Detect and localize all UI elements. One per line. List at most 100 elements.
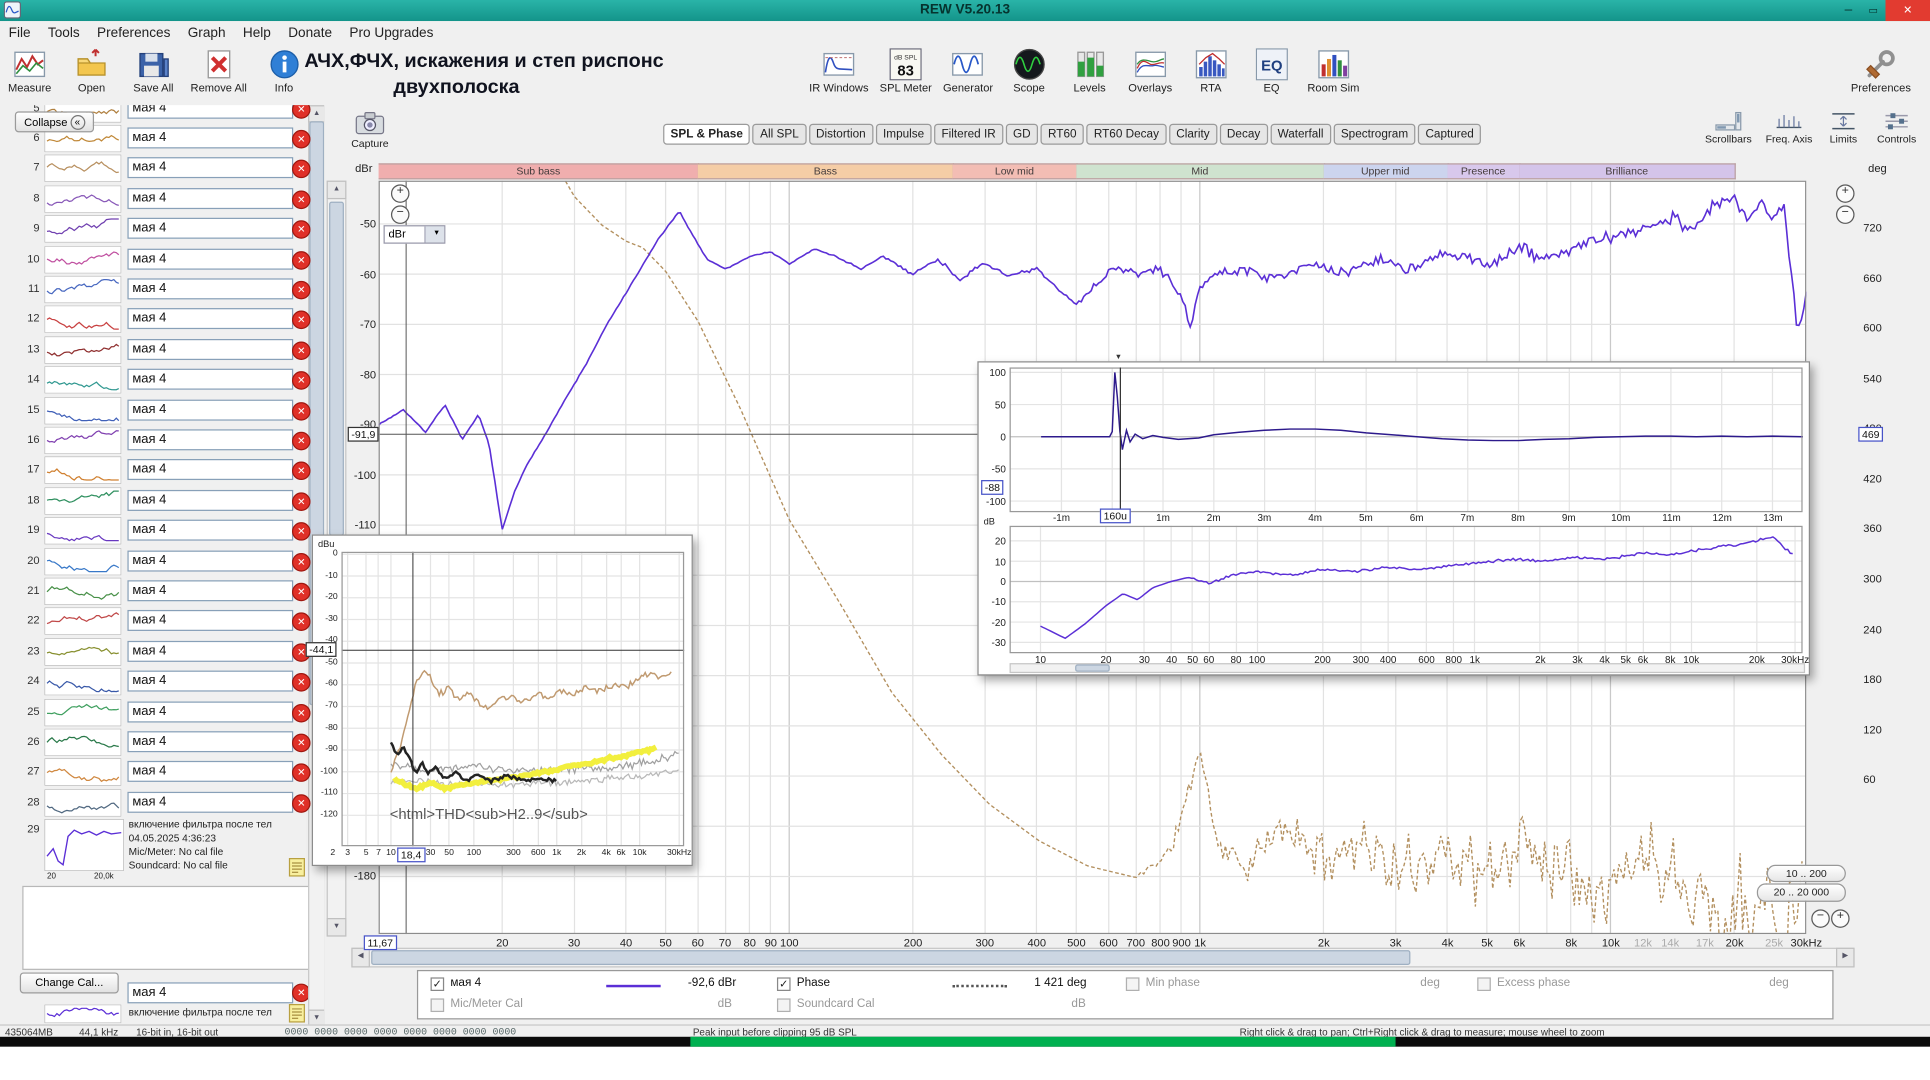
selected-measurement-thumbnail[interactable]: [45, 819, 124, 871]
measurement-thumbnail[interactable]: [45, 668, 122, 695]
measurement-name-field[interactable]: мая 4: [127, 248, 293, 269]
tab-gd[interactable]: GD: [1006, 124, 1038, 145]
menu-item-pro-upgrades[interactable]: Pro Upgrades: [341, 23, 442, 43]
tab-all-spl[interactable]: All SPL: [753, 124, 806, 145]
measurement-thumbnail[interactable]: [45, 759, 122, 786]
measurement-name-field[interactable]: мая 4: [127, 761, 293, 782]
delete-measurement-button[interactable]: [292, 553, 311, 572]
delete-measurement-button[interactable]: [292, 341, 311, 360]
measurement-name-field[interactable]: мая 4: [127, 550, 293, 571]
delete-measurement-button[interactable]: [292, 703, 311, 722]
measurement-thumbnail[interactable]: [45, 457, 122, 484]
capture-button[interactable]: Capture: [341, 111, 398, 160]
measurement-thumbnail[interactable]: [45, 276, 122, 303]
taskbar[interactable]: [0, 1037, 1930, 1047]
toolbar-button-room-sim[interactable]: Room Sim: [1305, 47, 1362, 95]
measurement-name-field[interactable]: мая 4: [127, 218, 293, 239]
delete-measurement-button[interactable]: [292, 190, 311, 209]
menu-item-help[interactable]: Help: [234, 23, 279, 43]
zoom-in-icon[interactable]: [391, 184, 410, 203]
toolbar-button-spl-meter[interactable]: dB SPL83SPL Meter: [877, 47, 934, 95]
tab-clarity[interactable]: Clarity: [1169, 124, 1217, 145]
delete-measurement-button[interactable]: [292, 432, 311, 451]
delete-measurement-button[interactable]: [292, 492, 311, 511]
measurement-thumbnail[interactable]: [45, 487, 122, 514]
min-phase-checkbox[interactable]: [1126, 977, 1140, 991]
scroll-left-icon[interactable]: [351, 948, 370, 968]
scrollbar-thumb[interactable]: [371, 950, 1410, 965]
measurement-thumbnail[interactable]: [45, 427, 122, 454]
scroll-down-icon[interactable]: [327, 918, 347, 937]
tab-spectrogram[interactable]: Spectrogram: [1333, 124, 1415, 145]
tab-waterfall[interactable]: Waterfall: [1270, 124, 1331, 145]
measurement-thumbnail[interactable]: [45, 548, 122, 575]
scroll-down-icon[interactable]: [308, 1010, 324, 1025]
scroll-up-icon[interactable]: [327, 181, 347, 200]
title-bar[interactable]: REW V5.20.13: [0, 0, 1930, 21]
measurement-name-field[interactable]: мая 4: [127, 792, 293, 813]
excess-phase-checkbox[interactable]: [1477, 977, 1491, 991]
tab-rt60[interactable]: RT60: [1041, 124, 1084, 145]
tab-decay[interactable]: Decay: [1219, 124, 1267, 145]
mic-cal-checkbox[interactable]: [431, 998, 445, 1012]
measurement-name-field[interactable]: мая 4: [127, 127, 293, 148]
inset-scrollbar[interactable]: [1010, 663, 1806, 673]
measurement-thumbnail[interactable]: [45, 638, 122, 665]
measurement-thumbnail[interactable]: [45, 397, 122, 424]
toolbar-button-measure[interactable]: Measure: [2, 47, 56, 95]
zoom-out-icon[interactable]: [1836, 205, 1855, 224]
impulse-inset-window[interactable]: -88 160u dB 100500-50-100-1m1m2m3m4m5m6m…: [977, 361, 1810, 675]
measurement-name-field[interactable]: мая 4: [127, 731, 293, 752]
measurement-thumbnail[interactable]: [45, 366, 122, 393]
toolbar-button-eq[interactable]: EQEQ: [1244, 47, 1298, 95]
measurement-thumbnail[interactable]: [45, 729, 122, 756]
delete-measurement-button[interactable]: [292, 734, 311, 753]
measurement-thumbnail[interactable]: [45, 1005, 122, 1024]
notes-area[interactable]: [22, 886, 316, 970]
graph-button-scrollbars[interactable]: Scrollbars: [1700, 111, 1757, 144]
toolbar-button-save-all[interactable]: Save All: [126, 47, 180, 95]
trace-checkbox[interactable]: [431, 977, 445, 991]
menu-item-preferences[interactable]: Preferences: [88, 23, 179, 43]
toolbar-button-generator[interactable]: Generator: [941, 47, 996, 95]
notes-icon[interactable]: [288, 857, 305, 877]
delete-measurement-button[interactable]: [292, 583, 311, 602]
measurement-thumbnail[interactable]: [45, 336, 122, 363]
measurement-thumbnail[interactable]: [45, 517, 122, 544]
measurement-thumbnail[interactable]: [45, 185, 122, 212]
phase-range-button[interactable]: 10 .. 200: [1767, 865, 1846, 882]
measurement-name-field[interactable]: мая 4: [127, 520, 293, 541]
scroll-right-icon[interactable]: [1836, 948, 1855, 968]
toolbar-button-overlays[interactable]: Overlays: [1123, 47, 1177, 95]
delete-measurement-button[interactable]: [292, 281, 311, 300]
measurement-thumbnail[interactable]: [45, 246, 122, 273]
zoom-in-icon[interactable]: [1831, 909, 1850, 928]
scrollbar-thumb[interactable]: [1075, 664, 1110, 671]
measurement-name-field[interactable]: мая 4: [127, 671, 293, 692]
measurement-name-field[interactable]: мая 4: [127, 701, 293, 722]
menu-item-file[interactable]: File: [0, 23, 39, 43]
measurement-name-field[interactable]: мая 4: [127, 105, 293, 118]
delete-measurement-button[interactable]: [292, 130, 311, 149]
toolbar-button-rta[interactable]: RTA: [1184, 47, 1238, 95]
measurement-name-field[interactable]: мая 4: [127, 188, 293, 209]
measurement-thumbnail[interactable]: [45, 306, 122, 333]
close-icon[interactable]: [1885, 0, 1930, 21]
tab-filtered-ir[interactable]: Filtered IR: [934, 124, 1003, 145]
measurement-name-field[interactable]: мая 4: [127, 490, 293, 511]
zoom-out-icon[interactable]: [391, 205, 410, 224]
toolbar-button-levels[interactable]: Levels: [1062, 47, 1116, 95]
zoom-out-icon[interactable]: [1811, 909, 1830, 928]
measurement-thumbnail[interactable]: [45, 608, 122, 635]
measurement-name-field[interactable]: мая 4: [127, 641, 293, 662]
axis-unit-dropdown[interactable]: dBr: [384, 225, 446, 244]
menu-item-donate[interactable]: Donate: [280, 23, 341, 43]
delete-measurement-button[interactable]: [292, 251, 311, 270]
menu-item-tools[interactable]: Tools: [39, 23, 88, 43]
measurement-name-field[interactable]: мая 4: [127, 610, 293, 631]
minimize-icon[interactable]: [1836, 0, 1861, 21]
measurement-thumbnail[interactable]: [45, 578, 122, 605]
measurement-name-field[interactable]: мая 4: [127, 309, 293, 330]
soundcard-cal-checkbox[interactable]: [777, 998, 791, 1012]
menu-item-graph[interactable]: Graph: [179, 23, 234, 43]
